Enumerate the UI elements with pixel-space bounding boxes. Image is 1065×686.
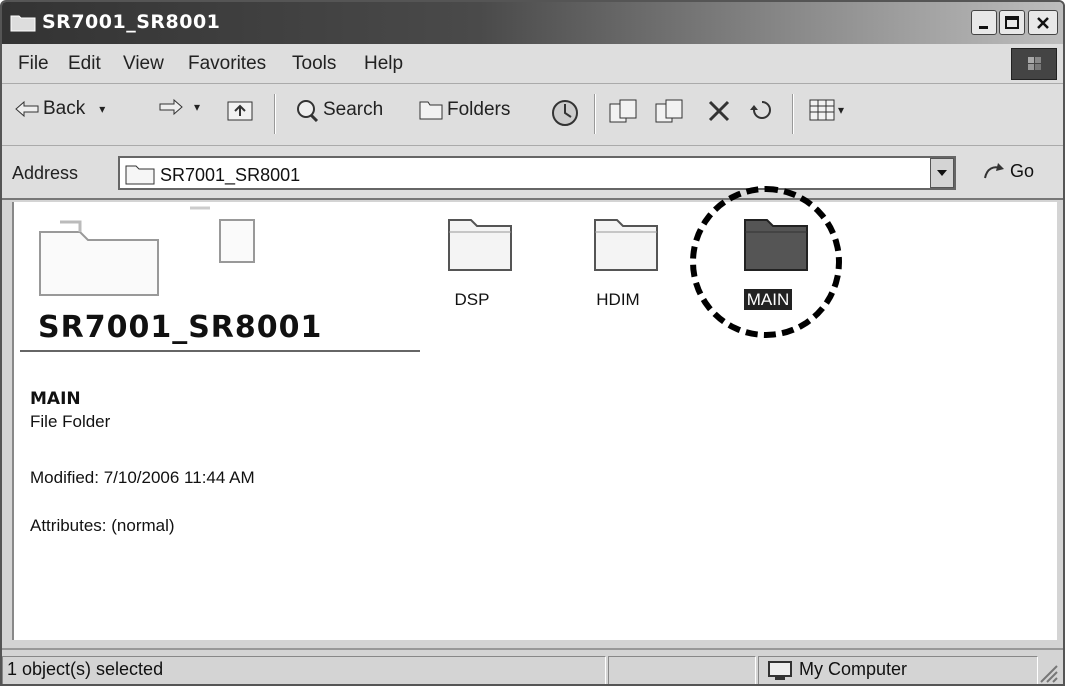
selected-item-attributes: Attributes: (normal) [30, 516, 175, 535]
copy-to-icon [655, 99, 683, 123]
close-button[interactable] [1028, 10, 1058, 35]
move-to-button[interactable] [608, 98, 638, 126]
windows-logo-icon [1011, 48, 1057, 80]
search-button[interactable]: Search [294, 98, 383, 122]
delete-icon [708, 100, 730, 122]
resize-grip-icon[interactable] [1037, 662, 1059, 684]
go-label: Go [1010, 160, 1035, 181]
folders-icon [419, 101, 443, 120]
address-bar: Address SR7001_SR8001 Go [2, 146, 1063, 200]
chevron-down-icon: ▾ [194, 100, 201, 114]
folder-icon [593, 219, 658, 271]
address-dropdown-button[interactable] [930, 158, 954, 188]
selected-item-type: File Folder [30, 412, 111, 431]
minimize-button[interactable] [971, 10, 997, 35]
delete-button[interactable] [706, 98, 732, 124]
folder-label: DSP [454, 290, 490, 309]
menu-view[interactable]: View [123, 53, 164, 75]
status-bar: 1 object(s) selected My Computer [2, 648, 1063, 684]
go-button[interactable]: Go [982, 160, 1034, 182]
forward-arrow-icon [159, 98, 183, 116]
folder-item-dsp[interactable]: DSP [422, 210, 522, 309]
forward-button[interactable]: ▾ [158, 98, 200, 116]
folder-icon [447, 219, 512, 271]
menu-file[interactable]: File [18, 53, 49, 75]
menu-tools[interactable]: Tools [292, 53, 336, 75]
divider [20, 350, 420, 352]
search-icon [297, 100, 319, 122]
folder-view [12, 202, 1057, 640]
menu-edit[interactable]: Edit [68, 53, 101, 75]
history-button[interactable] [550, 98, 580, 128]
toolbar: Back ▾ ▾ Search Folders ▾ [2, 84, 1063, 146]
chevron-down-icon: ▾ [99, 102, 106, 116]
folders-label: Folders [447, 99, 511, 120]
title-bar[interactable]: SR7001_SR8001 [2, 2, 1063, 44]
search-label: Search [323, 99, 384, 120]
move-to-icon [609, 99, 637, 123]
views-icon [809, 99, 835, 121]
highlight-circle [690, 186, 842, 338]
menu-bar: File Edit View Favorites Tools Help [2, 44, 1063, 84]
go-arrow-icon [984, 163, 1004, 179]
folder-label: HDIM [596, 290, 640, 309]
selected-item-name: MAIN [30, 389, 81, 409]
folders-button[interactable]: Folders [418, 98, 510, 122]
copy-to-button[interactable] [654, 98, 684, 126]
undo-icon [750, 101, 771, 119]
folder-watermark-icon [39, 206, 255, 296]
back-arrow-icon [15, 100, 39, 118]
folder-item-hdim[interactable]: HDIM [568, 210, 668, 309]
back-button[interactable]: Back ▾ [14, 98, 105, 120]
address-input[interactable]: SR7001_SR8001 [118, 156, 956, 190]
menu-favorites[interactable]: Favorites [188, 53, 266, 75]
selected-item-modified: Modified: 7/10/2006 11:44 AM [30, 468, 255, 487]
maximize-button[interactable] [999, 10, 1025, 35]
address-value: SR7001_SR8001 [160, 165, 301, 185]
explorer-window: SR7001_SR8001 File Edit View Favorites T… [0, 0, 1065, 686]
up-folder-button[interactable] [226, 98, 254, 122]
status-selection: 1 object(s) selected [2, 656, 606, 684]
menu-help[interactable]: Help [364, 53, 403, 75]
undo-button[interactable] [748, 98, 776, 122]
back-label: Back [43, 98, 86, 119]
folder-icon [124, 162, 156, 186]
address-label: Address [12, 163, 79, 183]
up-folder-icon [227, 101, 253, 121]
chevron-down-icon [937, 170, 947, 176]
status-zone: My Computer [758, 656, 1038, 684]
computer-icon [768, 661, 792, 680]
folder-title: SR7001_SR8001 [38, 310, 323, 345]
history-icon [552, 100, 578, 126]
folder-icon [10, 12, 36, 32]
window-title: SR7001_SR8001 [42, 11, 221, 33]
views-button[interactable]: ▾ [808, 98, 844, 122]
chevron-down-icon: ▾ [838, 103, 845, 117]
